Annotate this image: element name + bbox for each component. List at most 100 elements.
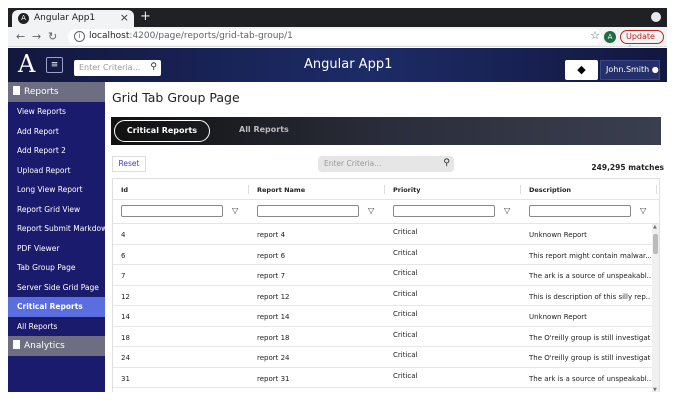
sidebar-item-server-side-grid-page[interactable]: Server Side Grid Page bbox=[8, 278, 105, 298]
cell-id: 6 bbox=[121, 251, 126, 260]
filter-input-id[interactable] bbox=[121, 205, 223, 217]
cell-description: The O'reilly group is still investigat..… bbox=[529, 333, 651, 342]
cell-priority: Critical bbox=[393, 289, 418, 298]
column-header-id[interactable]: Id bbox=[121, 186, 128, 194]
site-info-icon[interactable]: i bbox=[74, 31, 85, 42]
sidebar-item-report-grid-view[interactable]: Report Grid View bbox=[8, 200, 105, 220]
forward-arrow-icon[interactable]: → bbox=[32, 30, 41, 43]
grid-scrollbar[interactable]: ▲ ▼ bbox=[652, 224, 659, 392]
scroll-up-icon[interactable]: ▲ bbox=[653, 224, 657, 230]
scrollbar-thumb[interactable] bbox=[653, 234, 658, 254]
cell-description: This report might contain malwar... bbox=[529, 251, 651, 260]
table-row[interactable]: 18 report 18 Critical The O'reilly group… bbox=[113, 327, 659, 347]
tab-all-reports[interactable]: All Reports bbox=[239, 125, 289, 134]
url-host: localhost bbox=[89, 31, 130, 41]
cell-report-name: report 7 bbox=[257, 272, 286, 280]
cell-priority: Critical bbox=[393, 269, 418, 277]
filter-funnel-icon[interactable]: ▽ bbox=[368, 206, 374, 215]
app-header: A ≡ Enter Criteria... ⚲ Angular App1 ◆ J… bbox=[8, 48, 667, 82]
sidebar-item-add-report[interactable]: Add Report bbox=[8, 122, 105, 142]
cell-description: The ark is a source of unspeakabl... bbox=[529, 374, 651, 383]
document-icon bbox=[13, 86, 20, 95]
update-button[interactable]: Update ⋮ bbox=[620, 30, 664, 53]
search-icon[interactable]: ⚲ bbox=[443, 158, 450, 168]
table-row[interactable]: 4 report 4 Critical Unknown Report bbox=[113, 224, 659, 245]
sidebar-item-pdf-viewer[interactable]: PDF Viewer bbox=[8, 239, 105, 259]
column-header-report-name[interactable]: Report Name bbox=[257, 186, 305, 194]
sidebar-item-report-submit-markdown[interactable]: Report Submit Markdown bbox=[8, 219, 112, 239]
header-search-input[interactable]: Enter Criteria... ⚲ bbox=[74, 60, 161, 76]
grid-filter-row: ▽ ▽ ▽ ▽ bbox=[113, 200, 659, 224]
cell-description: The ark is a source of unspeakabl... bbox=[529, 272, 651, 280]
theme-paint-bucket-icon[interactable]: ◆ bbox=[565, 60, 598, 80]
filter-funnel-icon[interactable]: ▽ bbox=[640, 206, 646, 215]
cell-id: 31 bbox=[121, 374, 130, 383]
column-separator[interactable] bbox=[248, 185, 249, 194]
column-header-priority[interactable]: Priority bbox=[393, 186, 420, 194]
sidebar-item-tab-group-page[interactable]: Tab Group Page bbox=[8, 258, 105, 278]
column-separator[interactable] bbox=[384, 185, 385, 194]
sidebar-item-add-report-2[interactable]: Add Report 2 bbox=[8, 141, 105, 161]
column-header-description[interactable]: Description bbox=[529, 186, 571, 194]
menu-toggle-icon[interactable]: ≡ bbox=[46, 57, 63, 73]
filter-funnel-icon[interactable]: ▽ bbox=[504, 206, 510, 215]
cell-description: The O'reilly group is still investigat..… bbox=[529, 354, 651, 362]
cell-id: 24 bbox=[121, 354, 130, 362]
url-field[interactable]: i localhost:4200/page/reports/grid-tab-g… bbox=[68, 29, 602, 45]
table-row[interactable]: 6 report 6 Critical This report might co… bbox=[113, 245, 659, 265]
filter-input-description[interactable] bbox=[529, 205, 631, 217]
table-row[interactable]: 24 report 24 Critical The O'reilly group… bbox=[113, 347, 659, 368]
cell-priority: Critical bbox=[393, 228, 418, 236]
sidebar-item-upload-report[interactable]: Upload Report bbox=[8, 161, 105, 181]
sidebar-section-analytics[interactable]: Analytics bbox=[8, 336, 105, 356]
search-icon[interactable]: ⚲ bbox=[150, 62, 157, 72]
cell-priority: Critical bbox=[393, 330, 418, 339]
sidebar-item-view-reports[interactable]: View Reports bbox=[8, 102, 105, 122]
sidebar-section-label: Analytics bbox=[24, 341, 65, 351]
user-name: John.Smith bbox=[606, 65, 650, 74]
sidebar-item-critical-reports[interactable]: Critical Reports bbox=[8, 297, 105, 317]
window-control-icon[interactable] bbox=[651, 12, 661, 22]
reload-icon[interactable]: ↻ bbox=[48, 30, 57, 43]
page-title: Grid Tab Group Page bbox=[112, 90, 240, 105]
cell-id: 14 bbox=[121, 313, 130, 321]
cell-report-name: report 12 bbox=[257, 292, 290, 301]
column-separator[interactable] bbox=[656, 185, 657, 194]
sidebar-section-reports[interactable]: Reports bbox=[8, 82, 105, 102]
table-row[interactable]: 7 report 7 Critical The ark is a source … bbox=[113, 265, 659, 286]
update-label: Update bbox=[626, 32, 655, 41]
table-row[interactable]: 31 report 31 Critical The ark is a sourc… bbox=[113, 368, 659, 388]
angular-logo[interactable]: A bbox=[18, 50, 35, 78]
table-row[interactable]: 14 report 14 Critical Unknown Report bbox=[113, 306, 659, 327]
cell-report-name: report 4 bbox=[257, 231, 286, 239]
bookmark-star-icon[interactable]: ☆ bbox=[590, 29, 600, 42]
cell-report-name: report 31 bbox=[257, 374, 290, 383]
profile-avatar[interactable]: A bbox=[604, 31, 616, 43]
main-content: Grid Tab Group Page Critical Reports All… bbox=[105, 82, 667, 392]
user-menu-button[interactable]: John.Smith ● bbox=[600, 60, 660, 80]
new-tab-button[interactable]: + bbox=[140, 9, 151, 24]
tab-critical-reports[interactable]: Critical Reports bbox=[114, 120, 210, 142]
criteria-search-input[interactable]: Enter Criteria... ⚲ bbox=[318, 156, 454, 172]
cell-priority: Critical bbox=[393, 371, 418, 380]
close-tab-icon[interactable]: × bbox=[120, 11, 129, 24]
url-path: :4200/page/reports/grid-tab-group/1 bbox=[129, 31, 293, 41]
filter-funnel-icon[interactable]: ▽ bbox=[232, 206, 238, 215]
cell-id: 7 bbox=[121, 272, 126, 280]
filter-input-priority[interactable] bbox=[393, 205, 495, 217]
back-arrow-icon[interactable]: ← bbox=[16, 30, 25, 43]
table-row[interactable]: 12 report 12 Critical This is descriptio… bbox=[113, 286, 659, 306]
column-separator[interactable] bbox=[520, 185, 521, 194]
sidebar-item-all-reports[interactable]: All Reports bbox=[8, 317, 105, 337]
report-grid: Id Report Name Priority Description ▽ ▽ … bbox=[112, 178, 660, 392]
cell-priority: Critical bbox=[393, 248, 418, 257]
cell-report-name: report 24 bbox=[257, 354, 290, 362]
sidebar-item-long-view-report[interactable]: Long View Report bbox=[8, 180, 105, 200]
user-icon: ● bbox=[651, 65, 659, 74]
reset-button[interactable]: Reset bbox=[112, 156, 146, 172]
browser-tab-title: Angular App1 bbox=[34, 13, 96, 23]
browser-tab[interactable]: A Angular App1 × bbox=[12, 10, 134, 27]
scroll-down-icon[interactable]: ▼ bbox=[653, 387, 657, 392]
cell-description: Unknown Report bbox=[529, 313, 587, 321]
filter-input-report-name[interactable] bbox=[257, 205, 359, 217]
